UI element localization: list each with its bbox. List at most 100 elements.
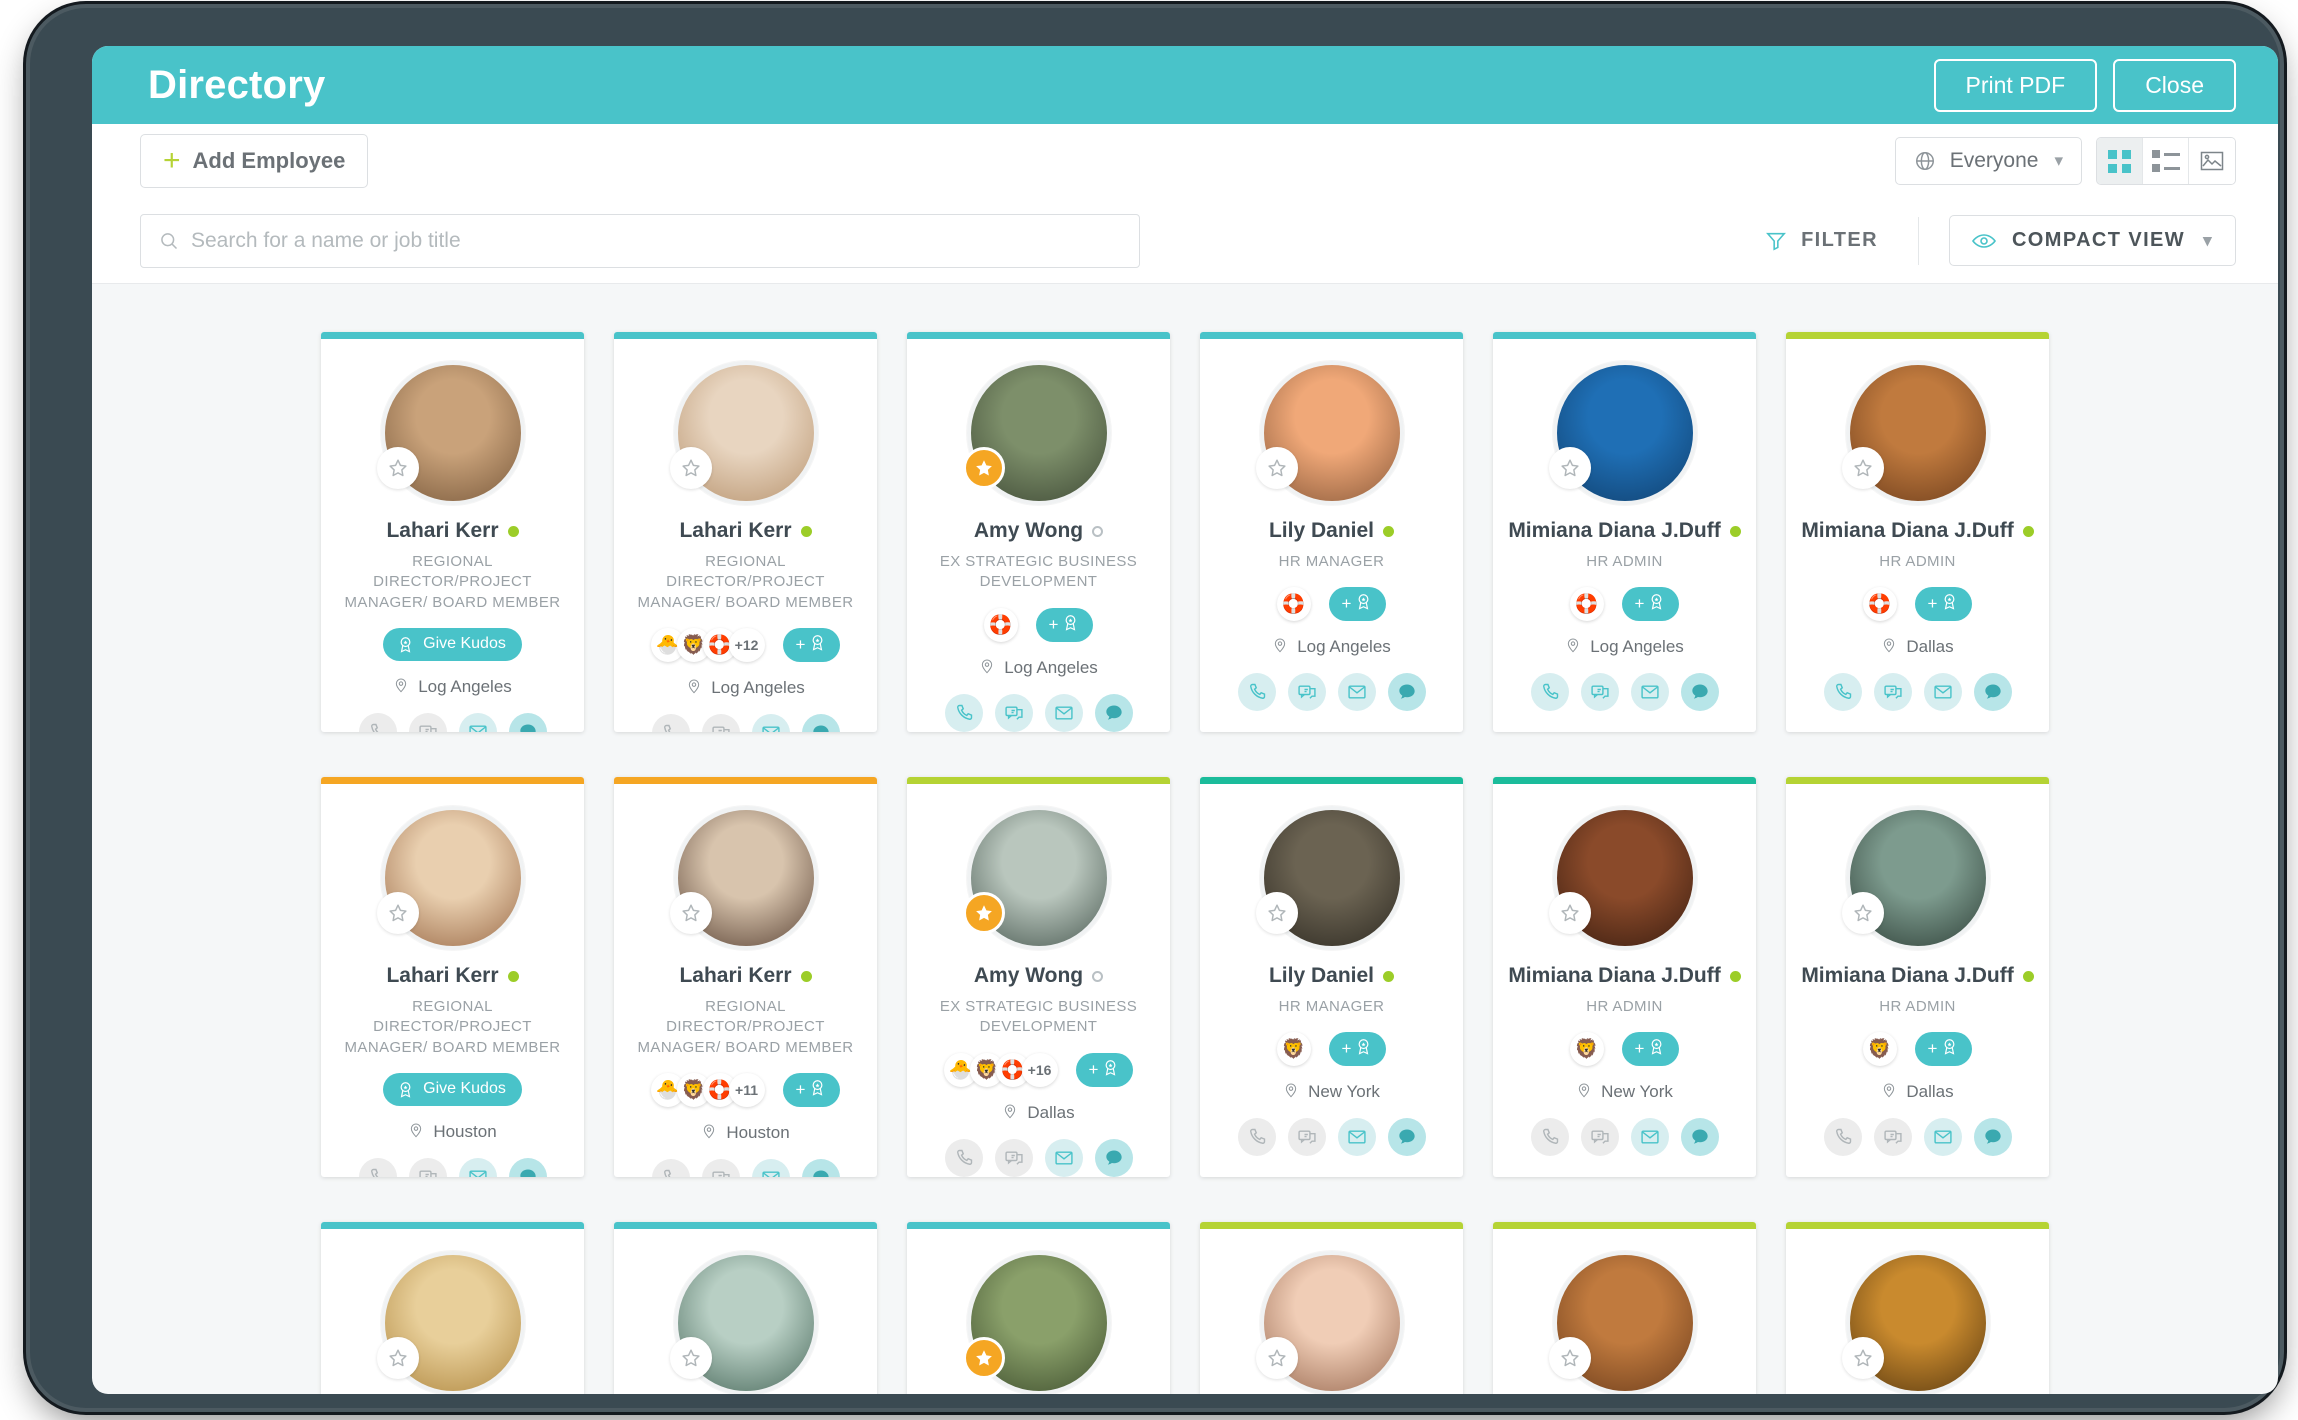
sms-icon-button[interactable] <box>1287 1118 1326 1157</box>
phone-icon-button[interactable] <box>358 1157 397 1177</box>
employee-card[interactable]: Mimiana Diana J.Duff HR ADMIN 🦁 + Dallas <box>1786 777 2049 1177</box>
phone-icon-button[interactable] <box>944 1138 983 1177</box>
employee-card[interactable]: Amy Wong EX STRATEGIC BUSINESS DEVELOPMEN… <box>907 777 1170 1177</box>
kudos-badge-overflow-count[interactable]: +12 <box>728 627 765 662</box>
kudos-badge[interactable]: 🦁 <box>1276 1032 1311 1067</box>
favorite-star-button[interactable] <box>1548 1337 1591 1379</box>
favorite-star-button[interactable] <box>669 892 712 934</box>
filter-button[interactable]: FILTER <box>1765 216 1919 265</box>
chat-icon-button[interactable] <box>1680 673 1719 712</box>
kudos-badge[interactable]: 🛟 <box>1569 587 1604 622</box>
favorite-star-button[interactable] <box>962 447 1005 489</box>
view-mode-grid-button[interactable] <box>2097 138 2143 184</box>
phone-icon-button[interactable] <box>651 713 690 732</box>
kudos-badge-overflow-count[interactable]: +11 <box>728 1072 765 1107</box>
chat-icon-button[interactable] <box>1094 693 1133 732</box>
favorite-star-button[interactable] <box>962 892 1005 934</box>
add-kudos-button[interactable]: + <box>1075 1052 1134 1087</box>
email-icon-button[interactable] <box>1923 673 1962 712</box>
employee-card[interactable] <box>1200 1222 1463 1394</box>
phone-icon-button[interactable] <box>1237 1118 1276 1157</box>
favorite-star-button[interactable] <box>1548 892 1591 934</box>
kudos-badge[interactable]: 🛟 <box>983 607 1018 642</box>
phone-icon-button[interactable] <box>1237 673 1276 712</box>
employee-card[interactable]: Lahari Kerr REGIONAL DIRECTOR/PROJECT MAN… <box>321 332 584 732</box>
employee-card[interactable]: Mimiana Diana J.Duff HR ADMIN 🦁 + New York <box>1493 777 1756 1177</box>
add-kudos-button[interactable]: + <box>782 1072 841 1107</box>
email-icon-button[interactable] <box>1044 1138 1083 1177</box>
phone-icon-button[interactable] <box>1823 1118 1862 1157</box>
chat-icon-button[interactable] <box>1094 1138 1133 1177</box>
give-kudos-button[interactable]: Give Kudos <box>383 1072 522 1106</box>
employee-card[interactable] <box>321 1222 584 1394</box>
add-kudos-button[interactable]: + <box>1328 587 1387 622</box>
add-kudos-button[interactable]: + <box>1328 1032 1387 1067</box>
employee-card[interactable]: Lily Daniel HR MANAGER 🛟 + Log Angeles <box>1200 332 1463 732</box>
sms-icon-button[interactable] <box>1873 1118 1912 1157</box>
add-kudos-button[interactable]: + <box>1621 587 1680 622</box>
email-icon-button[interactable] <box>751 713 790 732</box>
phone-icon-button[interactable] <box>358 712 397 732</box>
employee-card[interactable]: Mimiana Diana J.Duff HR ADMIN 🛟 + Log Angele… <box>1493 332 1756 732</box>
sms-icon-button[interactable] <box>701 1158 740 1177</box>
add-kudos-button[interactable]: + <box>1914 587 1973 622</box>
favorite-star-button[interactable] <box>1255 1337 1298 1379</box>
kudos-badge[interactable]: 🦁 <box>1569 1032 1604 1067</box>
employee-card[interactable] <box>1786 1222 2049 1394</box>
phone-icon-button[interactable] <box>944 693 983 732</box>
favorite-star-button[interactable] <box>1841 1337 1884 1379</box>
add-kudos-button[interactable]: + <box>1035 607 1094 642</box>
employee-card[interactable] <box>1493 1222 1756 1394</box>
chat-icon-button[interactable] <box>801 713 840 732</box>
sms-icon-button[interactable] <box>1873 673 1912 712</box>
chat-icon-button[interactable] <box>1680 1118 1719 1157</box>
search-box[interactable] <box>140 213 1140 268</box>
search-input[interactable] <box>191 228 1121 253</box>
employee-card[interactable]: Lahari Kerr REGIONAL DIRECTOR/PROJECT MAN… <box>321 777 584 1177</box>
email-icon-button[interactable] <box>458 1157 497 1177</box>
favorite-star-button[interactable] <box>669 447 712 489</box>
email-icon-button[interactable] <box>1630 673 1669 712</box>
favorite-star-button[interactable] <box>1255 447 1298 489</box>
email-icon-button[interactable] <box>1337 673 1376 712</box>
phone-icon-button[interactable] <box>1823 673 1862 712</box>
sms-icon-button[interactable] <box>408 712 447 732</box>
email-icon-button[interactable] <box>1044 693 1083 732</box>
sms-icon-button[interactable] <box>408 1157 447 1177</box>
close-button[interactable]: Close <box>2113 58 2236 112</box>
email-icon-button[interactable] <box>1630 1118 1669 1157</box>
give-kudos-button[interactable]: Give Kudos <box>383 627 522 661</box>
compact-view-dropdown[interactable]: COMPACT VIEW ▾ <box>1948 215 2236 266</box>
phone-icon-button[interactable] <box>1530 1118 1569 1157</box>
sms-icon-button[interactable] <box>1580 1118 1619 1157</box>
email-icon-button[interactable] <box>1923 1118 1962 1157</box>
employee-card[interactable]: Lahari Kerr REGIONAL DIRECTOR/PROJECT MAN… <box>614 777 877 1177</box>
chat-icon-button[interactable] <box>508 1157 547 1177</box>
chat-icon-button[interactable] <box>508 712 547 732</box>
employee-card[interactable] <box>907 1222 1170 1394</box>
favorite-star-button[interactable] <box>376 892 419 934</box>
favorite-star-button[interactable] <box>376 447 419 489</box>
view-mode-photo-button[interactable] <box>2189 138 2235 184</box>
favorite-star-button[interactable] <box>1841 447 1884 489</box>
chat-icon-button[interactable] <box>801 1158 840 1177</box>
chat-icon-button[interactable] <box>1387 1118 1426 1157</box>
favorite-star-button[interactable] <box>1841 892 1884 934</box>
kudos-badge-overflow-count[interactable]: +16 <box>1021 1052 1058 1087</box>
kudos-badge[interactable]: 🦁 <box>1862 1032 1897 1067</box>
employee-card[interactable]: Mimiana Diana J.Duff HR ADMIN 🛟 + Dallas <box>1786 332 2049 732</box>
favorite-star-button[interactable] <box>1255 892 1298 934</box>
print-pdf-button[interactable]: Print PDF <box>1933 58 2098 112</box>
sms-icon-button[interactable] <box>701 713 740 732</box>
phone-icon-button[interactable] <box>1530 673 1569 712</box>
favorite-star-button[interactable] <box>1548 447 1591 489</box>
add-kudos-button[interactable]: + <box>1621 1032 1680 1067</box>
add-employee-button[interactable]: + Add Employee <box>140 134 369 188</box>
chat-icon-button[interactable] <box>1973 1118 2012 1157</box>
email-icon-button[interactable] <box>1337 1118 1376 1157</box>
view-mode-list-button[interactable] <box>2143 138 2189 184</box>
sms-icon-button[interactable] <box>994 693 1033 732</box>
chat-icon-button[interactable] <box>1387 673 1426 712</box>
add-kudos-button[interactable]: + <box>782 627 841 662</box>
phone-icon-button[interactable] <box>651 1158 690 1177</box>
